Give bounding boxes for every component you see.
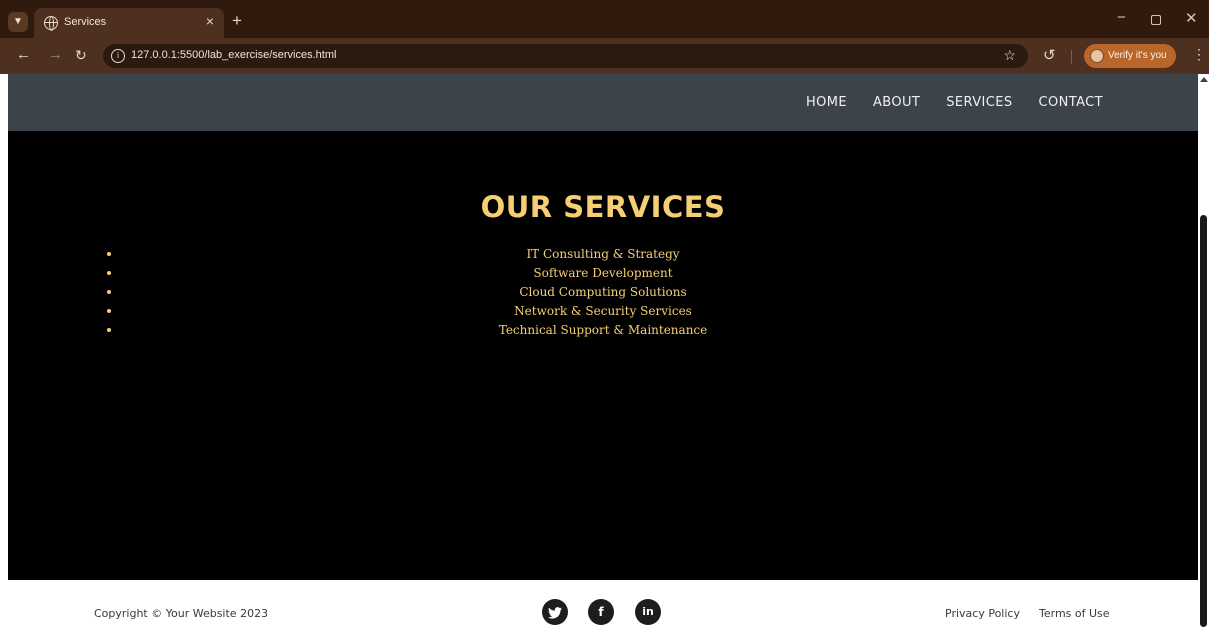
nav-services[interactable]: SERVICES — [946, 95, 1012, 110]
avatar — [1090, 49, 1104, 63]
arrow-right-icon[interactable]: → — [48, 46, 63, 63]
minimize-icon[interactable]: − — [1117, 9, 1126, 26]
bullet-icon — [107, 271, 111, 275]
list-item: IT Consulting & Strategy — [8, 245, 1198, 264]
twitter-icon[interactable] — [542, 599, 568, 625]
window-close-icon[interactable]: ✕ — [1185, 9, 1198, 27]
service-label: Technical Support & Maintenance — [498, 323, 708, 337]
facebook-icon[interactable]: f — [588, 599, 614, 625]
services-section: OUR SERVICES IT Consulting & Strategy So… — [8, 131, 1198, 580]
terms-of-use-link[interactable]: Terms of Use — [1039, 607, 1110, 620]
history-icon[interactable]: ↺ — [1043, 46, 1056, 64]
profile-label: Verify it's you — [1108, 50, 1167, 61]
tab-title: Services — [64, 16, 107, 28]
linkedin-icon[interactable]: in — [635, 599, 661, 625]
service-label: Network & Security Services — [514, 304, 692, 318]
service-label: Software Development — [533, 266, 673, 280]
scrollbar[interactable] — [1198, 74, 1209, 627]
bullet-icon — [107, 290, 111, 294]
nav-contact[interactable]: CONTACT — [1039, 95, 1103, 110]
list-item: Software Development — [8, 264, 1198, 283]
globe-icon — [44, 16, 58, 31]
service-label: IT Consulting & Strategy — [526, 247, 680, 261]
more-vertical-icon[interactable]: ⋮ — [1192, 46, 1206, 63]
list-item: Network & Security Services — [8, 302, 1198, 321]
page-title: OUR SERVICES — [480, 190, 726, 224]
close-icon[interactable]: × — [206, 13, 214, 29]
site-nav: HOME ABOUT SERVICES CONTACT — [806, 95, 1103, 110]
plus-icon[interactable]: + — [232, 11, 242, 31]
browser-window: ▼ Services × + − ✕ ← → ↻ i 127.0.0.1:550… — [0, 0, 1209, 627]
scrollbar-thumb[interactable] — [1200, 215, 1207, 627]
toolbar-divider — [1071, 50, 1072, 64]
copyright-text: Copyright © Your Website 2023 — [94, 607, 269, 620]
reload-icon[interactable]: ↻ — [75, 47, 87, 64]
list-item: Cloud Computing Solutions — [8, 283, 1198, 302]
star-icon[interactable]: ☆ — [1003, 47, 1016, 64]
restore-icon[interactable] — [1151, 15, 1161, 25]
nav-about[interactable]: ABOUT — [873, 95, 920, 110]
tab-strip: ▼ Services × + − ✕ — [0, 0, 1209, 38]
browser-toolbar: ← → ↻ i 127.0.0.1:5500/lab_exercise/serv… — [0, 38, 1209, 74]
url-text[interactable]: 127.0.0.1:5500/lab_exercise/services.htm… — [131, 49, 336, 61]
chevron-down-icon[interactable]: ▼ — [8, 12, 28, 32]
services-list: IT Consulting & Strategy Software Develo… — [8, 245, 1198, 340]
nav-home[interactable]: HOME — [806, 95, 847, 110]
page-viewport: HOME ABOUT SERVICES CONTACT OUR SERVICES… — [0, 74, 1209, 627]
bullet-icon — [107, 309, 111, 313]
bullet-icon — [107, 252, 111, 256]
bullet-icon — [107, 328, 111, 332]
browser-tab[interactable]: Services × — [34, 8, 224, 38]
info-icon[interactable]: i — [111, 49, 125, 63]
list-item: Technical Support & Maintenance — [8, 321, 1198, 340]
scroll-up-icon[interactable] — [1200, 77, 1208, 82]
service-label: Cloud Computing Solutions — [519, 285, 687, 299]
arrow-left-icon[interactable]: ← — [16, 46, 31, 63]
site-footer: Copyright © Your Website 2023 f in Priva… — [8, 580, 1198, 627]
profile-button[interactable]: Verify it's you — [1084, 44, 1176, 68]
privacy-policy-link[interactable]: Privacy Policy — [945, 607, 1020, 620]
address-bar[interactable]: i 127.0.0.1:5500/lab_exercise/services.h… — [103, 44, 1028, 68]
site-header: HOME ABOUT SERVICES CONTACT — [8, 74, 1198, 131]
